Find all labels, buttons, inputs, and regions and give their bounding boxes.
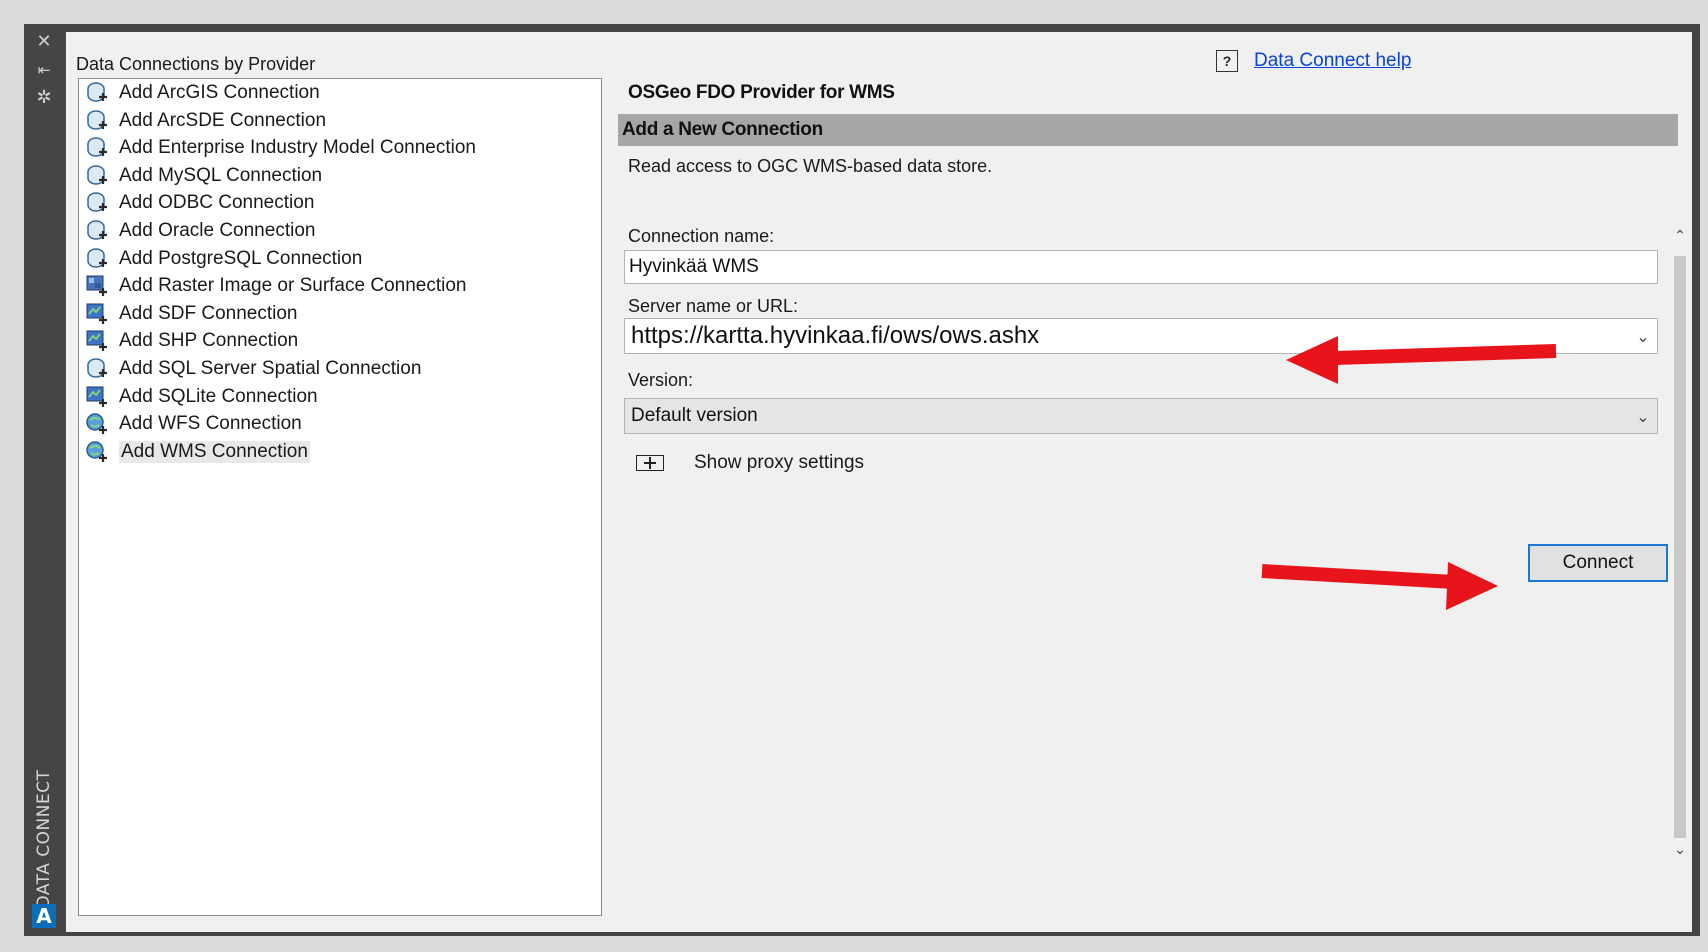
data-connect-palette: ✕ ⇤ ✲ DATA CONNECT A Data Connections by… — [24, 24, 1700, 936]
db-connection-icon — [85, 81, 109, 105]
provider-item-label: Add SQLite Connection — [119, 385, 318, 407]
connect-button[interactable]: Connect — [1528, 544, 1668, 582]
help-area: ? Data Connect help — [1216, 50, 1411, 72]
connection-name-input[interactable] — [624, 250, 1658, 284]
version-combo[interactable]: Default version ⌄ — [624, 398, 1658, 434]
pin-icon[interactable]: ⇤ — [32, 58, 56, 82]
proxy-settings-label: Show proxy settings — [694, 452, 865, 473]
raster-connection-icon — [85, 274, 109, 298]
provider-item-label: Add Enterprise Industry Model Connection — [119, 137, 476, 159]
chevron-down-icon[interactable]: ⌄ — [1629, 407, 1657, 426]
scroll-down-icon[interactable]: ⌄ — [1672, 842, 1688, 858]
provider-item-label: Add Oracle Connection — [119, 220, 316, 241]
provider-item[interactable]: Add Oracle Connection — [85, 217, 319, 245]
provider-item[interactable]: Add SQL Server Spatial Connection — [85, 355, 425, 383]
autocad-logo-icon: A — [32, 904, 56, 928]
provider-item[interactable]: Add ArcGIS Connection — [85, 79, 324, 107]
section-header: Add a New Connection — [618, 114, 1678, 146]
provider-item[interactable]: Add ArcSDE Connection — [85, 107, 330, 135]
db-connection-icon — [85, 136, 109, 160]
db-connection-icon — [85, 219, 109, 243]
settings-icon[interactable]: ✲ — [32, 86, 56, 110]
server-url-label: Server name or URL: — [628, 296, 799, 316]
db-connection-icon — [85, 357, 109, 381]
provider-item[interactable]: Add Raster Image or Surface Connection — [85, 272, 470, 300]
help-icon[interactable]: ? — [1216, 50, 1238, 72]
provider-title: OSGeo FDO Provider for WMS — [628, 82, 895, 103]
vertical-scrollbar[interactable]: ⌃ ⌄ — [1672, 228, 1688, 864]
section-title: Add a New Connection — [622, 119, 823, 140]
providers-heading: Data Connections by Provider — [76, 54, 316, 74]
file-connection-icon — [85, 302, 109, 326]
proxy-settings-toggle[interactable]: Show proxy settings — [636, 452, 864, 474]
server-url-value: https://kartta.hyvinkaa.fi/ows/ows.ashx — [631, 322, 1040, 349]
provider-item[interactable]: Add WMS Connection — [85, 438, 314, 466]
palette-sidebar: ✕ ⇤ ✲ DATA CONNECT A — [24, 24, 64, 936]
provider-description: Read access to OGC WMS-based data store. — [628, 156, 993, 176]
provider-item[interactable]: Add SQLite Connection — [85, 383, 322, 411]
provider-item-label: Add WFS Connection — [119, 413, 302, 435]
connection-name-label: Connection name: — [628, 226, 775, 246]
scroll-thumb[interactable] — [1674, 256, 1686, 838]
provider-item[interactable]: Add MySQL Connection — [85, 162, 326, 190]
db-connection-icon — [85, 247, 109, 271]
provider-item-label: Add MySQL Connection — [119, 164, 323, 186]
file-connection-icon — [85, 329, 109, 353]
web-connection-icon — [85, 412, 109, 436]
file-connection-icon — [85, 385, 109, 409]
provider-item[interactable]: Add SDF Connection — [85, 300, 302, 328]
chevron-down-icon[interactable]: ⌄ — [1629, 327, 1657, 346]
provider-item[interactable]: Add Enterprise Industry Model Connection — [85, 134, 480, 162]
provider-list: Add ArcGIS Connection Add ArcSDE Connecti… — [78, 78, 602, 916]
db-connection-icon — [85, 164, 109, 188]
version-label: Version: — [628, 370, 694, 390]
provider-item-label: Add SQL Server Spatial Connection — [119, 358, 422, 379]
web-connection-icon — [85, 440, 109, 464]
provider-item-label: Add WMS Connection — [119, 440, 310, 463]
provider-item-label: Add Raster Image or Surface Connection — [119, 275, 467, 297]
provider-item-label: Add ArcGIS Connection — [119, 82, 320, 103]
provider-item-label: Add SHP Connection — [119, 330, 299, 352]
data-connect-help-link[interactable]: Data Connect help — [1254, 50, 1411, 72]
provider-item[interactable]: Add ODBC Connection — [85, 189, 318, 217]
db-connection-icon — [85, 191, 109, 215]
provider-item-label: Add PostgreSQL Connection — [119, 247, 363, 269]
server-url-combo[interactable]: https://kartta.hyvinkaa.fi/ows/ows.ashx … — [624, 318, 1658, 354]
close-icon[interactable]: ✕ — [32, 30, 56, 54]
expand-plus-icon[interactable] — [636, 455, 664, 471]
main-panel: Data Connections by Provider Add ArcGIS … — [66, 32, 1692, 932]
provider-item-label: Add ArcSDE Connection — [119, 109, 327, 131]
provider-item[interactable]: Add WFS Connection — [85, 410, 306, 438]
provider-item[interactable]: Add SHP Connection — [85, 327, 302, 355]
provider-item[interactable]: Add PostgreSQL Connection — [85, 245, 366, 273]
version-value: Default version — [631, 405, 758, 426]
scroll-up-icon[interactable]: ⌃ — [1672, 228, 1688, 244]
provider-item-label: Add SDF Connection — [119, 302, 298, 324]
provider-item-label: Add ODBC Connection — [119, 192, 315, 214]
db-connection-icon — [85, 109, 109, 133]
palette-title: DATA CONNECT — [34, 769, 54, 909]
